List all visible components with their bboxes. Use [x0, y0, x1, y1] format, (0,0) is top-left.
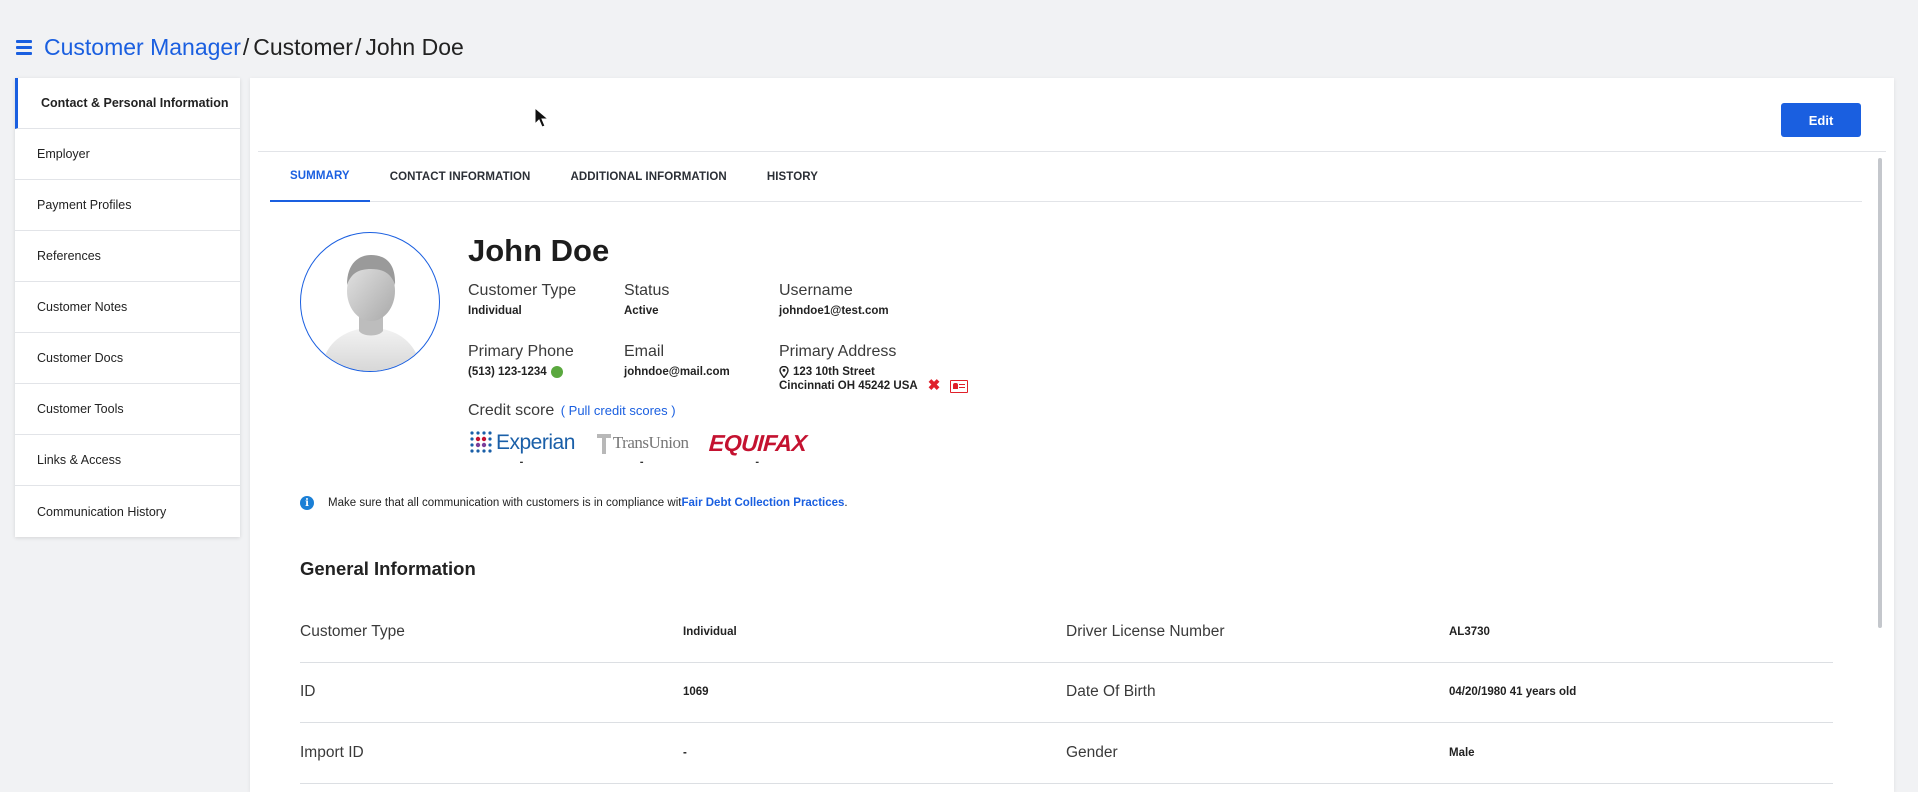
table-row: ID 1069 Date Of Birth 04/20/1980 41 year…	[300, 663, 1833, 723]
email-value: johndoe@mail.com	[624, 366, 730, 378]
username-value: johndoe1@test.com	[779, 305, 889, 317]
row-value: Male	[1449, 746, 1475, 759]
tab-summary[interactable]: SUMMARY	[270, 152, 370, 202]
row-value: AL3730	[1449, 625, 1490, 638]
status-label: Status	[624, 282, 670, 299]
username-field: Username johndoe1@test.com	[779, 282, 889, 318]
credit-score: Credit score ( Pull credit scores )	[468, 402, 676, 420]
username-label: Username	[779, 282, 853, 299]
primary-address-field: Primary Address 123 10th Street Cincinna…	[779, 343, 969, 393]
main-header: Edit	[258, 78, 1886, 152]
primary-phone-field: Primary Phone (513) 123-1234	[468, 343, 574, 379]
experian-dots-icon	[470, 431, 492, 453]
table-row: Import ID - Gender Male	[300, 723, 1833, 784]
address-line-2-text: Cincinnati OH 45242 USA	[779, 380, 918, 392]
email-label: Email	[624, 343, 665, 360]
sidebar-item-employer[interactable]: Employer	[15, 129, 240, 180]
row-label: Import ID	[300, 743, 364, 761]
sidebar: Contact & Personal Information Employer …	[15, 78, 240, 537]
breadcrumb-separator: /	[242, 33, 250, 60]
equifax-score: -	[755, 456, 760, 468]
row-value: 1069	[683, 686, 709, 699]
row-value: Individual	[683, 625, 737, 638]
avatar	[300, 232, 440, 372]
close-icon[interactable]: ✖	[928, 378, 941, 393]
breadcrumb: Customer Manager / Customer / John Doe	[16, 32, 464, 62]
equifax-wordmark: EQUIFAX	[707, 429, 807, 456]
primary-phone-label: Primary Phone	[468, 343, 574, 360]
row-value: 04/20/1980 41 years old	[1449, 686, 1577, 699]
fair-debt-collection-link[interactable]: Fair Debt Collection Practices	[681, 497, 844, 509]
experian-wordmark: Experian	[496, 431, 575, 454]
main-panel: Edit SUMMARY CONTACT INFORMATION ADDITIO…	[250, 78, 1894, 792]
breadcrumb-root-link[interactable]: Customer Manager	[44, 34, 241, 61]
id-card-icon[interactable]	[950, 379, 969, 393]
info-icon: i	[300, 496, 314, 510]
address-line-1-text: 123 10th Street	[793, 366, 875, 378]
customer-type-field: Customer Type Individual	[468, 282, 576, 318]
sidebar-item-references[interactable]: References	[15, 231, 240, 282]
address-line-2: Cincinnati OH 45242 USA ✖	[779, 378, 969, 393]
compliance-notice: i Make sure that all communication with …	[300, 496, 848, 510]
email-field: Email johndoe@mail.com	[624, 343, 730, 379]
row-label: ID	[300, 683, 316, 701]
primary-address-label: Primary Address	[779, 343, 897, 360]
equifax-logo: EQUIFAX -	[707, 428, 807, 468]
experian-logo: Experian -	[468, 428, 575, 468]
edit-button[interactable]: Edit	[1781, 103, 1861, 137]
credit-score-label: Credit score	[468, 402, 555, 419]
sidebar-item-contact-personal-information[interactable]: Contact & Personal Information	[15, 78, 240, 129]
customer-name: John Doe	[468, 233, 610, 268]
sidebar-item-customer-docs[interactable]: Customer Docs	[15, 333, 240, 384]
sidebar-item-payment-profiles[interactable]: Payment Profiles	[15, 180, 240, 231]
compliance-notice-suffix: .	[844, 497, 848, 509]
sidebar-item-customer-notes[interactable]: Customer Notes	[15, 282, 240, 333]
map-pin-icon	[779, 366, 789, 378]
row-label: Driver License Number	[1066, 622, 1225, 640]
customer-type-label: Customer Type	[468, 282, 577, 299]
status-value: Active	[624, 305, 659, 317]
customer-type-value: Individual	[468, 305, 522, 317]
breadcrumb-current: John Doe	[365, 33, 464, 60]
sidebar-item-links-access[interactable]: Links & Access	[15, 435, 240, 486]
general-information-table: Customer Type Individual Driver License …	[300, 602, 1833, 784]
person-silhouette-icon	[321, 255, 421, 371]
pull-credit-scores-link[interactable]: ( Pull credit scores )	[561, 403, 676, 418]
hamburger-menu-icon[interactable]	[16, 39, 32, 55]
primary-phone-value: (513) 123-1234	[468, 365, 574, 379]
experian-score: -	[519, 456, 524, 468]
tab-contact-information[interactable]: CONTACT INFORMATION	[370, 152, 551, 202]
row-label: Customer Type	[300, 622, 405, 640]
sidebar-item-customer-tools[interactable]: Customer Tools	[15, 384, 240, 435]
tab-history[interactable]: HISTORY	[747, 152, 838, 202]
transunion-wordmark: TransUnion	[612, 433, 689, 452]
mouse-cursor-icon	[534, 107, 550, 128]
general-information-title: General Information	[300, 558, 476, 579]
breadcrumb-customer[interactable]: Customer	[253, 34, 353, 61]
tab-additional-information[interactable]: ADDITIONAL INFORMATION	[550, 152, 746, 202]
sidebar-item-communication-history[interactable]: Communication History	[15, 486, 240, 537]
row-label: Gender	[1066, 743, 1118, 761]
status-field: Status Active	[624, 282, 669, 318]
credit-bureau-logos: Experian - TransUnion - EQUIFAX -	[468, 428, 807, 468]
row-value: -	[683, 746, 687, 759]
table-row: Customer Type Individual Driver License …	[300, 602, 1833, 663]
compliance-notice-text: Make sure that all communication with cu…	[328, 497, 682, 509]
transunion-mark-icon	[596, 434, 611, 454]
breadcrumb-separator: /	[354, 33, 362, 60]
tab-bar: SUMMARY CONTACT INFORMATION ADDITIONAL I…	[270, 152, 1862, 202]
row-label: Date Of Birth	[1066, 683, 1156, 701]
transunion-score: -	[639, 456, 644, 468]
vertical-scrollbar[interactable]	[1878, 158, 1882, 628]
phone-verified-icon	[550, 366, 563, 378]
transunion-logo: TransUnion -	[595, 428, 689, 468]
phone-number: (513) 123-1234	[468, 366, 547, 378]
